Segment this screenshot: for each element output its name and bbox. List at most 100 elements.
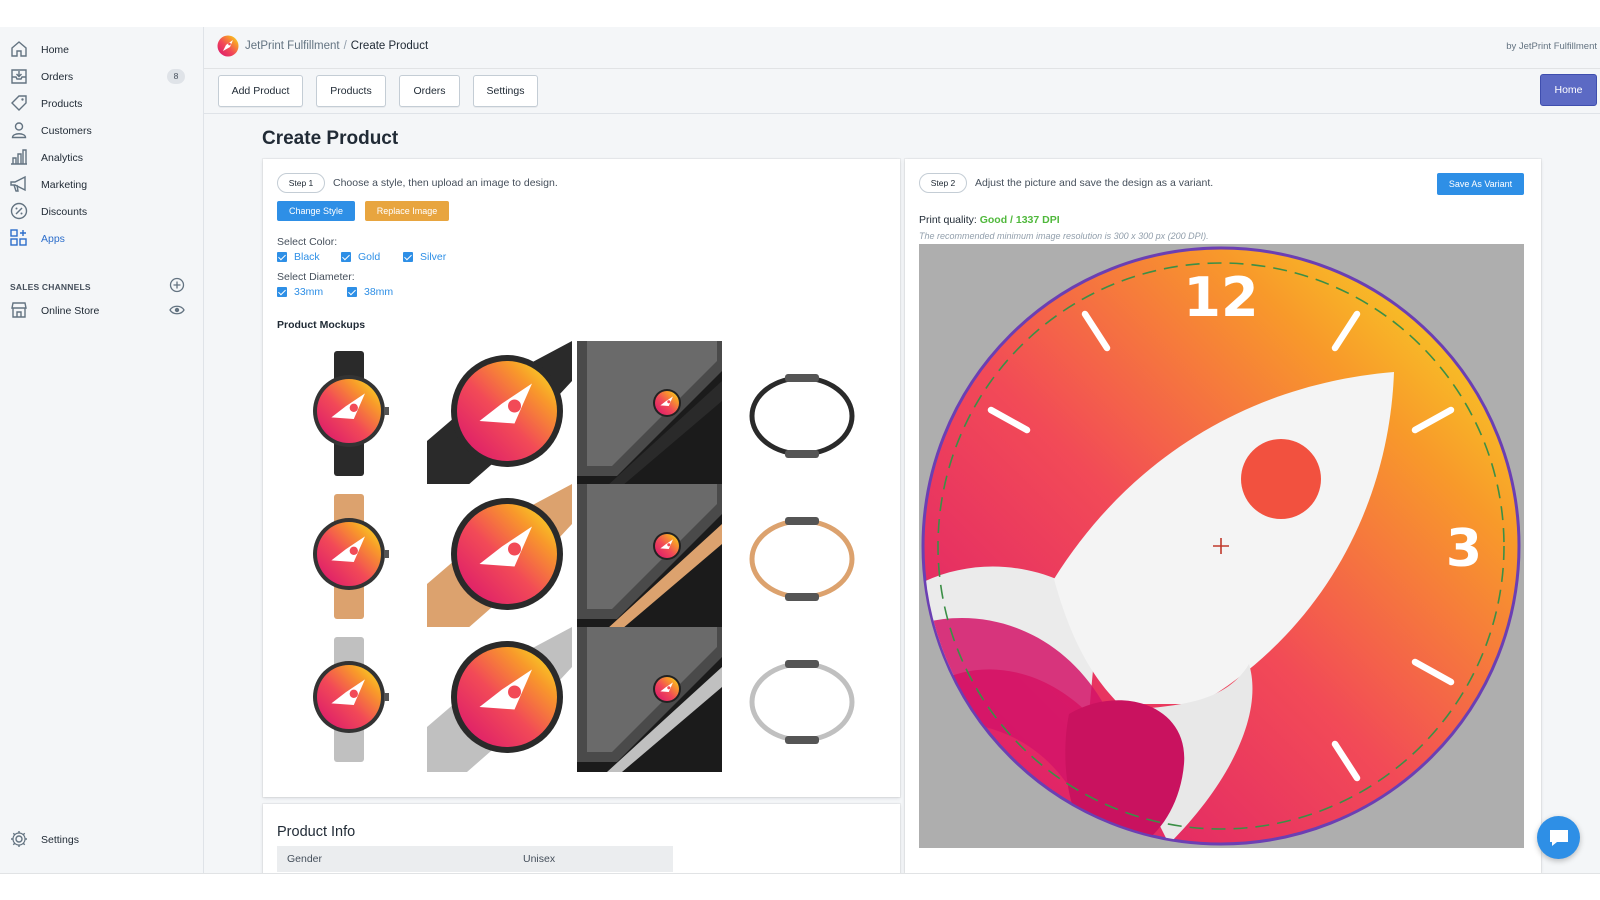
design-canvas[interactable]: 12 3: [919, 244, 1524, 848]
step1-instructions: Choose a style, then upload an image to …: [333, 177, 558, 189]
sidebar-item-label: Customers: [41, 125, 92, 137]
mockup-black-front[interactable]: [277, 341, 422, 486]
mockup-gold-front[interactable]: [277, 484, 422, 629]
save-as-variant-button[interactable]: Save As Variant: [1437, 173, 1524, 195]
print-quality: Print quality: Good / 1337 DPI: [919, 214, 1060, 226]
sidebar-item-apps[interactable]: Apps: [0, 226, 204, 252]
sales-channels-heading: SALES CHANNELS: [10, 282, 91, 292]
app-header: JetPrint Fulfillment / Create Product by J…: [204, 27, 1600, 69]
sidebar-item-products[interactable]: Products: [0, 91, 204, 117]
watch-mockup-image: [277, 341, 422, 486]
developer-byline[interactable]: by JetPrint Fulfillment: [1506, 41, 1597, 52]
step1-pill: Step 1: [277, 173, 325, 193]
person-icon: [11, 122, 27, 139]
checkbox-checked-icon: [347, 287, 357, 297]
mockup-gold-box[interactable]: [577, 484, 722, 629]
add-channel-icon[interactable]: [169, 277, 185, 293]
sidebar-item-customers[interactable]: Customers: [0, 118, 204, 144]
checkbox-checked-icon: [341, 252, 351, 262]
sidebar-item-label: Settings: [41, 834, 79, 846]
chat-launcher-button[interactable]: [1537, 816, 1580, 859]
sidebar-item-label: Orders: [41, 71, 74, 83]
settings-button[interactable]: Settings: [473, 75, 538, 107]
mockup-black-angle[interactable]: [427, 341, 572, 486]
sidebar-item-label: Discounts: [41, 206, 88, 218]
orders-icon: [11, 69, 27, 84]
watch-mockup-image: [727, 341, 872, 486]
step2-instructions: Adjust the picture and save the design a…: [975, 177, 1214, 189]
top-margin: [0, 0, 1600, 27]
color-option-label: Silver: [420, 251, 447, 263]
watch-mockup-image: [577, 484, 722, 629]
mockup-silver-side[interactable]: [727, 627, 872, 772]
sidebar-item-online-store[interactable]: Online Store: [0, 298, 204, 324]
breadcrumb-current: Create Product: [350, 40, 429, 52]
watch-mockup-image: [577, 341, 722, 486]
eye-icon[interactable]: [169, 303, 185, 317]
chat-bubble-icon: [1549, 829, 1568, 846]
sidebar-item-discounts[interactable]: Discounts: [0, 199, 204, 225]
orders-button[interactable]: Orders: [399, 75, 460, 107]
replace-image-button[interactable]: Replace Image: [365, 201, 449, 221]
home-button[interactable]: Home: [1540, 74, 1597, 106]
watch-mockup-image: [277, 627, 422, 772]
product-info-key: Gender: [287, 853, 323, 865]
checkbox-checked-icon: [403, 252, 413, 262]
sidebar-item-analytics[interactable]: Analytics: [0, 145, 204, 171]
page-title: Create Product: [262, 128, 399, 149]
megaphone-icon: [10, 175, 26, 192]
print-quality-value: Good / 1337 DPI: [979, 214, 1060, 226]
watch-mockup-image: [577, 627, 722, 772]
sidebar-item-label: Online Store: [41, 305, 100, 317]
mockup-gold-side[interactable]: [727, 484, 872, 629]
sidebar-item-settings[interactable]: Settings: [0, 827, 204, 853]
watch-mockup-image: [277, 484, 422, 629]
product-info-title: Product Info: [277, 824, 356, 840]
add-product-button[interactable]: Add Product: [218, 75, 303, 107]
mockups-heading: Product Mockups: [277, 319, 366, 331]
diameter-checkbox-38mm[interactable]: 38mm: [347, 286, 393, 298]
apps-icon: [10, 229, 27, 246]
watch-mockup-image: [427, 627, 572, 772]
checkbox-checked-icon: [277, 287, 287, 297]
mockup-gold-angle[interactable]: [427, 484, 572, 629]
store-icon: [11, 302, 27, 318]
select-color-label: Select Color:: [277, 236, 338, 248]
mockup-silver-front[interactable]: [277, 627, 422, 772]
mockup-black-box[interactable]: [577, 341, 722, 486]
dial-number-3: 3: [1446, 519, 1482, 579]
product-info-row: Gender Unisex: [277, 846, 673, 872]
product-info-card: Product Info Gender Unisex: [263, 804, 900, 879]
mockup-silver-angle[interactable]: [427, 627, 572, 772]
print-quality-label: Print quality:: [919, 214, 977, 226]
sidebar-item-orders[interactable]: Orders 8: [0, 64, 204, 90]
diameter-checkbox-33mm[interactable]: 33mm: [277, 286, 323, 298]
mockup-silver-box[interactable]: [577, 627, 722, 772]
watch-dial-design[interactable]: 12 3: [919, 244, 1524, 848]
step2-pill: Step 2: [919, 173, 967, 193]
app-logo: [217, 35, 239, 57]
change-style-button[interactable]: Change Style: [277, 201, 355, 221]
watch-mockup-image: [427, 341, 572, 486]
diameter-option-label: 38mm: [364, 286, 394, 298]
breadcrumb-separator: /: [343, 40, 347, 52]
breadcrumb: JetPrint Fulfillment / Create Product: [245, 40, 428, 52]
bar-chart-icon: [11, 149, 27, 165]
gear-icon: [11, 831, 27, 847]
sidebar-item-marketing[interactable]: Marketing: [0, 172, 204, 198]
color-checkbox-silver[interactable]: Silver: [403, 251, 446, 263]
mockup-black-side[interactable]: [727, 341, 872, 486]
products-button[interactable]: Products: [316, 75, 386, 107]
color-option-label: Black: [294, 251, 320, 263]
product-info-value: Unisex: [523, 853, 556, 865]
watch-mockup-image: [727, 484, 872, 629]
color-checkbox-black[interactable]: Black: [277, 251, 320, 263]
discount-icon: [10, 202, 28, 220]
sidebar-item-home[interactable]: Home: [0, 37, 204, 63]
checkbox-checked-icon: [277, 252, 287, 262]
sidebar: Home Orders 8 Products Customers Analyti…: [0, 27, 204, 873]
resolution-note: The recommended minimum image resolution…: [919, 231, 1209, 241]
breadcrumb-app[interactable]: JetPrint Fulfillment: [245, 40, 340, 52]
color-checkbox-gold[interactable]: Gold: [341, 251, 380, 263]
step1-card: Step 1 Choose a style, then upload an im…: [263, 159, 900, 797]
